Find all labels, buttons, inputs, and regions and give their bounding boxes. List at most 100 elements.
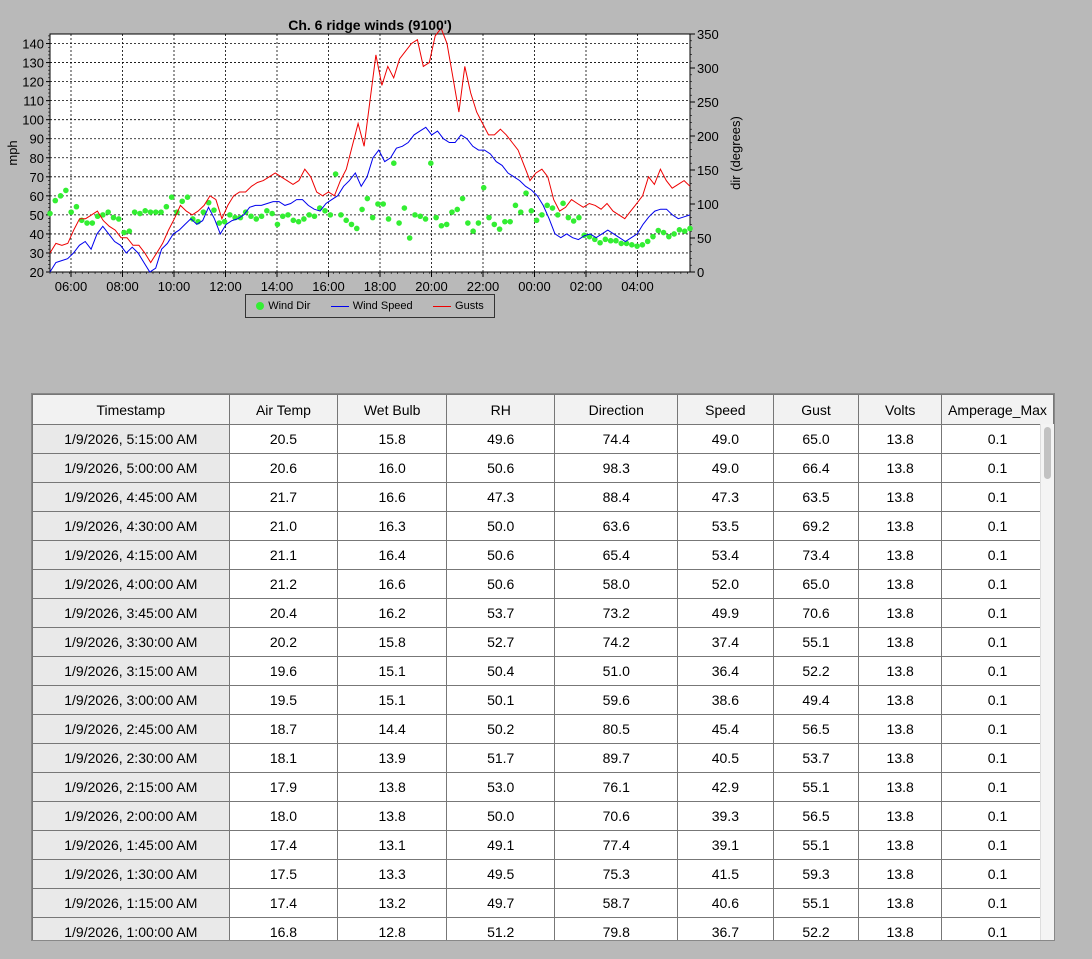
wind-dir-point [253, 216, 260, 222]
wind-dir-point [248, 213, 254, 220]
table-cell: 13.9 [337, 743, 447, 773]
table-cell: 50.0 [445, 511, 556, 541]
column-header: Timestamp [32, 394, 230, 425]
table-row: 1/9/2026, 3:15:00 AM 19.6 15.1 50.4 51.0 36.4… [32, 656, 1054, 686]
table-cell: 1/9/2026, 3:30:00 AM [32, 627, 230, 657]
wind-dir-point [491, 221, 498, 228]
table-cell: 70.6 [772, 598, 860, 628]
table-cell: 15.8 [337, 627, 447, 657]
wind-dir-point [681, 228, 688, 234]
table-cell: 0.1 [941, 656, 1054, 686]
wind-dir-point [137, 210, 143, 217]
table-cell: 17.4 [228, 830, 339, 860]
table-cell: 13.8 [858, 627, 943, 657]
table-cell: 40.5 [677, 743, 774, 773]
wind-dir-point [465, 220, 471, 226]
y2-tick-label: 200 [697, 129, 719, 144]
table-cell: 18.1 [228, 743, 339, 773]
table-row: 1/9/2026, 2:00:00 AM 18.0 13.8 50.0 70.6 39.3… [32, 801, 1054, 831]
wind-dir-point [528, 208, 535, 214]
table-cell: 0.1 [941, 859, 1054, 889]
table-cell: 18.7 [228, 714, 339, 744]
wind-dir-point [375, 201, 381, 207]
table-cell: 37.4 [677, 627, 774, 657]
column-header: Speed [677, 394, 774, 425]
table-cell: 13.8 [858, 714, 943, 744]
wind-dir-point [607, 237, 614, 244]
wind-dir-point [274, 221, 281, 228]
wind-dir-point [396, 220, 402, 226]
wind-dir-point [343, 217, 349, 224]
wind-dir-point [115, 216, 122, 222]
wind-dir-point [142, 208, 149, 214]
table-cell: 16.6 [337, 569, 447, 599]
wind-dir-point [475, 220, 482, 226]
wind-dir-point [89, 220, 96, 226]
table-cell: 39.3 [677, 801, 774, 831]
wind-dir-point [211, 207, 217, 213]
table-cell: 1/9/2026, 1:45:00 AM [32, 830, 230, 860]
column-header: Air Temp [228, 394, 339, 425]
wind-dir-point [428, 160, 434, 166]
column-header: Gust [772, 394, 860, 425]
table-cell: 13.8 [858, 917, 943, 940]
wind-dir-point [306, 212, 312, 218]
table-cell: 1/9/2026, 3:00:00 AM [32, 685, 230, 715]
wind-dir-point [417, 213, 424, 220]
wind-dir-point [507, 218, 513, 225]
table-cell: 21.2 [228, 569, 339, 599]
wind-dir-point [380, 201, 387, 207]
wind-dir-point [629, 242, 635, 248]
wind-dir-point [650, 233, 656, 240]
wind-dir-point [63, 187, 69, 194]
table-row: 1/9/2026, 2:45:00 AM 18.7 14.4 50.2 80.5 45.4… [32, 714, 1054, 744]
wind-dir-point [406, 235, 413, 241]
wind-dir-point [401, 205, 408, 211]
wind-dir-point [285, 212, 291, 218]
table-cell: 42.9 [677, 772, 774, 802]
y-tick-label: 80 [30, 151, 44, 166]
wind-dir-point [565, 214, 572, 221]
wind-dir-point [523, 190, 529, 196]
legend-label-gusts: Gusts [455, 300, 484, 312]
wind-dir-point [570, 218, 577, 224]
wind-dir-point [131, 209, 138, 215]
table-scrollbar[interactable] [1040, 424, 1054, 940]
wind-dir-point [168, 194, 175, 200]
y-tick-label: 120 [22, 75, 44, 90]
wind-dir-point [576, 214, 582, 221]
x-tick-label: 04:00 [621, 279, 654, 292]
wind-dir-point [539, 212, 545, 218]
table-cell: 1/9/2026, 3:45:00 AM [32, 598, 230, 628]
table-cell: 13.8 [337, 772, 447, 802]
table-cell: 65.4 [554, 540, 679, 570]
wind-dir-point [671, 231, 677, 237]
wind-dir-point [264, 208, 270, 214]
scrollbar-thumb[interactable] [1044, 427, 1051, 479]
wind-dir-point [158, 209, 164, 215]
table-cell: 0.1 [941, 598, 1054, 628]
wind-dir-point [311, 213, 318, 220]
wind-dir-point [385, 216, 392, 222]
wind-dir-point [459, 195, 466, 202]
wind-dir-point [359, 206, 365, 213]
table-row: 1/9/2026, 5:15:00 AM 20.5 15.8 49.6 74.4 49.0… [32, 424, 1054, 454]
table-cell: 79.8 [554, 917, 679, 940]
table-cell: 55.1 [772, 830, 860, 860]
x-tick-label: 14:00 [261, 279, 294, 292]
table-cell: 19.6 [228, 656, 339, 686]
wind-dir-point [666, 233, 672, 240]
table-cell: 65.0 [772, 569, 860, 599]
table-cell: 13.8 [858, 482, 943, 512]
table-cell: 63.5 [772, 482, 860, 512]
table-row: 1/9/2026, 4:15:00 AM 21.1 16.4 50.6 65.4 53.4… [32, 540, 1054, 570]
table-cell: 51.0 [554, 656, 679, 686]
table-cell: 66.4 [772, 453, 860, 483]
data-table-container[interactable]: Timestamp Air Temp Wet Bulb RH Direction Spee… [31, 393, 1055, 941]
table-cell: 50.6 [445, 540, 556, 570]
table-cell: 52.2 [772, 656, 860, 686]
table-cell: 21.0 [228, 511, 339, 541]
column-header: Amperage_Max [941, 394, 1054, 425]
wind-dir-point [449, 209, 455, 215]
wind-dir-point [470, 228, 476, 234]
